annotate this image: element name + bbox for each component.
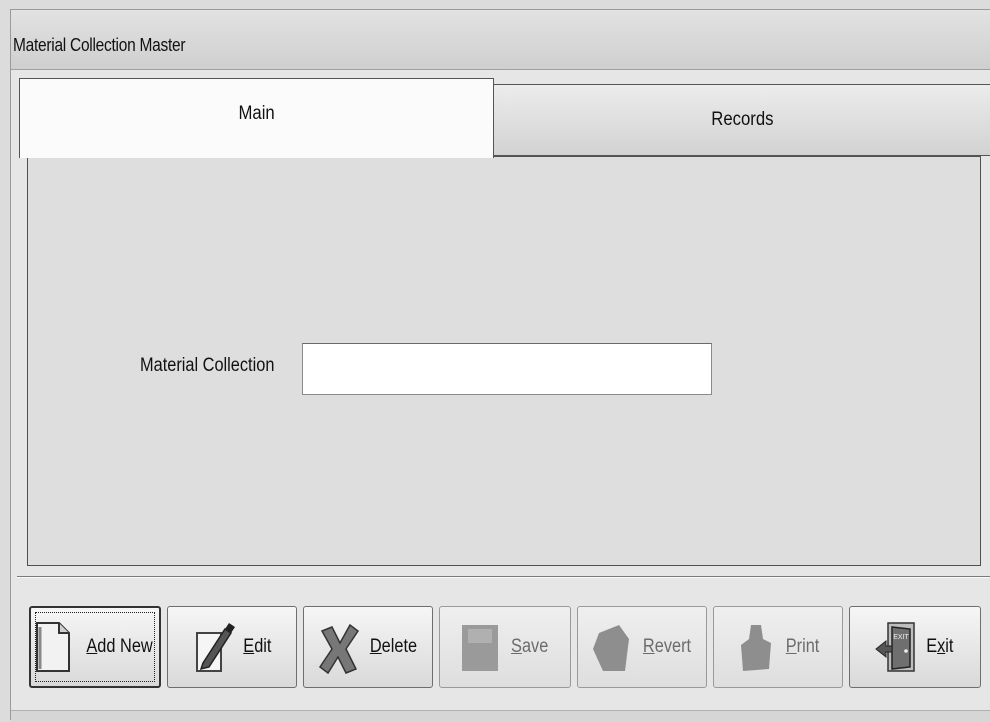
tab-records-label: Records [711,109,774,130]
svg-text:EXIT: EXIT [893,634,909,641]
edit-pen-icon [191,619,235,675]
status-bar [11,710,990,722]
print-label: Print [786,636,820,657]
edit-label: Edit [242,636,272,657]
delete-cross-icon [316,619,360,675]
add-new-button[interactable]: Add New [29,606,161,688]
tab-main-label: Main [238,103,275,124]
toolbar-divider [17,576,990,578]
print-button[interactable]: Print [713,606,843,688]
tab-main[interactable]: Main [19,78,494,158]
edit-button[interactable]: Edit [167,606,297,688]
delete-label: Delete [369,636,417,657]
title-bar: Material Collection Master [11,10,990,70]
revert-button[interactable]: Revert [577,606,707,688]
save-label: Save [511,636,549,657]
window-title: Material Collection Master [13,35,186,55]
main-panel: Material Collection [27,156,981,566]
exit-door-icon: EXIT [874,619,918,675]
material-collection-label: Material Collection [140,355,275,376]
exit-button[interactable]: EXIT Exit [849,606,981,688]
exit-label: Exit [926,636,954,657]
revert-arrow-icon [589,619,633,675]
material-collection-input[interactable] [302,343,712,395]
revert-label: Revert [642,636,692,657]
tab-records[interactable]: Records [493,84,990,156]
print-printer-icon [733,619,777,675]
save-button[interactable]: Save [439,606,571,688]
add-new-label: Add New [86,636,154,657]
app-window: Material Collection Master Main Records … [10,9,990,722]
delete-button[interactable]: Delete [303,606,433,688]
add-new-document-icon [31,619,75,675]
save-disk-icon [458,619,502,675]
